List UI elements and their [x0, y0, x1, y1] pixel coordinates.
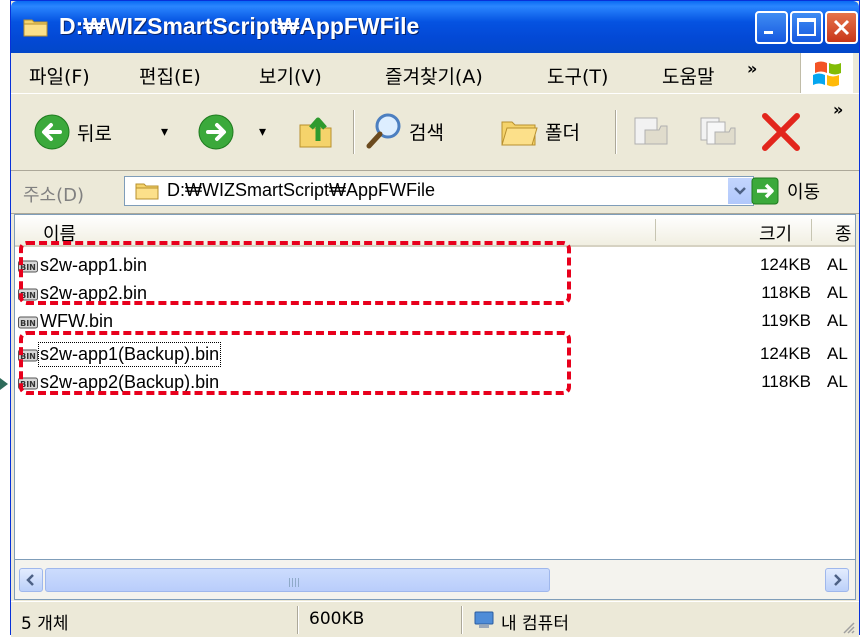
file-type: AL — [827, 283, 848, 302]
menu-overflow-chevron[interactable]: » — [747, 59, 757, 78]
minimize-icon — [764, 31, 773, 34]
file-type: AL — [827, 311, 848, 330]
highlight-box-primary-files — [19, 241, 571, 305]
address-input[interactable]: D:₩WIZSmartScript₩AppFWFile — [124, 176, 754, 206]
scroll-thumb[interactable]: |||| — [45, 568, 550, 592]
scroll-right-button[interactable] — [825, 568, 849, 592]
menu-view[interactable]: 보기(V) — [259, 62, 322, 89]
horizontal-scrollbar[interactable]: |||| — [14, 560, 856, 600]
address-bar: 주소(D) D:₩WIZSmartScript₩AppFWFile 이동 — [11, 171, 859, 214]
column-header-size[interactable]: 크기 — [759, 220, 792, 246]
maximize-button[interactable] — [790, 11, 823, 44]
chevron-right-icon — [834, 574, 842, 586]
menu-file[interactable]: 파일(F) — [29, 62, 90, 89]
annotation-arrow-tip — [0, 378, 8, 390]
resize-grip-icon[interactable] — [841, 620, 855, 634]
file-size: 124KB — [759, 255, 811, 274]
back-label: 뒤로 — [77, 122, 112, 145]
search-icon — [366, 113, 401, 149]
copy-to-icon — [700, 117, 736, 145]
move-to-button[interactable] — [631, 112, 671, 150]
go-button[interactable]: 이동 — [751, 177, 820, 205]
bin-file-icon: BIN — [18, 316, 38, 329]
address-label: 주소(D) — [23, 185, 85, 206]
close-icon — [833, 19, 850, 36]
back-arrow-icon — [34, 114, 70, 150]
forward-dropdown-caret[interactable]: ▾ — [259, 124, 266, 140]
toolbar-separator — [353, 110, 355, 154]
status-total-size: 600KB — [309, 609, 365, 629]
delete-button[interactable] — [759, 110, 803, 154]
status-divider — [461, 606, 463, 634]
file-size: 118KB — [761, 283, 811, 302]
windows-flag-icon — [813, 61, 841, 87]
folders-icon — [501, 121, 538, 146]
toolbar-separator — [615, 110, 617, 154]
highlight-box-backup-files — [19, 331, 571, 395]
chevron-down-icon — [734, 187, 746, 195]
forward-button[interactable] — [197, 113, 235, 151]
windows-logo — [800, 53, 853, 93]
file-type: AL — [827, 255, 848, 274]
back-button[interactable]: 뒤로 — [33, 113, 112, 151]
move-to-icon — [634, 117, 668, 145]
file-type: AL — [827, 372, 848, 391]
address-dropdown-button[interactable] — [727, 178, 752, 204]
file-list[interactable]: 이름 크기 종 BIN s2w-app1.bin 124KB AL BIN s2… — [14, 214, 856, 560]
menu-help[interactable]: 도움말 — [662, 62, 714, 89]
scroll-grip: |||| — [288, 578, 301, 588]
folders-button[interactable]: 폴더 — [499, 112, 580, 150]
file-size: 119KB — [761, 311, 811, 330]
up-folder-button[interactable] — [296, 111, 336, 151]
status-divider — [297, 606, 299, 634]
go-label: 이동 — [787, 182, 821, 203]
up-folder-icon — [299, 117, 332, 148]
close-button[interactable] — [825, 11, 858, 44]
folders-label: 폴더 — [545, 121, 580, 144]
scroll-left-button[interactable] — [19, 568, 43, 592]
chevron-left-icon — [26, 574, 34, 586]
copy-to-button[interactable] — [697, 112, 737, 150]
back-dropdown-caret[interactable]: ▾ — [161, 124, 168, 140]
menu-bar: 파일(F) 편집(E) 보기(V) 즐겨찾기(A) 도구(T) 도움말 » — [11, 53, 859, 94]
delete-x-icon — [762, 113, 800, 151]
column-divider[interactable] — [655, 219, 656, 241]
address-value: D:₩WIZSmartScript₩AppFWFile — [167, 180, 435, 200]
explorer-window: D:₩WIZSmartScript₩AppFWFile 파일(F) 편집(E) … — [10, 0, 860, 637]
menu-edit[interactable]: 편집(E) — [139, 62, 201, 89]
search-label: 검색 — [409, 121, 444, 144]
toolbar: 뒤로 ▾ ▾ 검색 폴더 » — [11, 94, 859, 171]
folder-icon — [135, 183, 159, 200]
svg-text:BIN: BIN — [20, 319, 36, 328]
title-bar[interactable]: D:₩WIZSmartScript₩AppFWFile — [11, 1, 859, 53]
toolbar-overflow-chevron[interactable]: » — [833, 100, 843, 119]
minimize-button[interactable] — [755, 11, 788, 44]
status-location: 내 컴퓨터 — [501, 614, 569, 634]
window-title: D:₩WIZSmartScript₩AppFWFile — [59, 13, 420, 39]
menu-favorites[interactable]: 즐겨찾기(A) — [385, 62, 483, 89]
file-size: 118KB — [761, 372, 811, 391]
folder-icon — [23, 19, 48, 37]
menu-tools[interactable]: 도구(T) — [547, 62, 608, 89]
search-button[interactable]: 검색 — [365, 112, 444, 150]
my-computer-icon — [474, 611, 494, 628]
maximize-icon — [797, 18, 816, 36]
forward-arrow-icon — [198, 114, 234, 150]
status-object-count: 5 개체 — [21, 614, 69, 634]
status-bar: 5 개체 600KB 내 컴퓨터 — [11, 601, 859, 637]
column-header-type[interactable]: 종 — [835, 220, 852, 246]
go-arrow-icon — [751, 177, 779, 205]
file-name: WFW.bin — [40, 311, 114, 331]
column-divider[interactable] — [811, 219, 812, 241]
file-type: AL — [827, 344, 848, 363]
file-size: 124KB — [759, 344, 811, 363]
